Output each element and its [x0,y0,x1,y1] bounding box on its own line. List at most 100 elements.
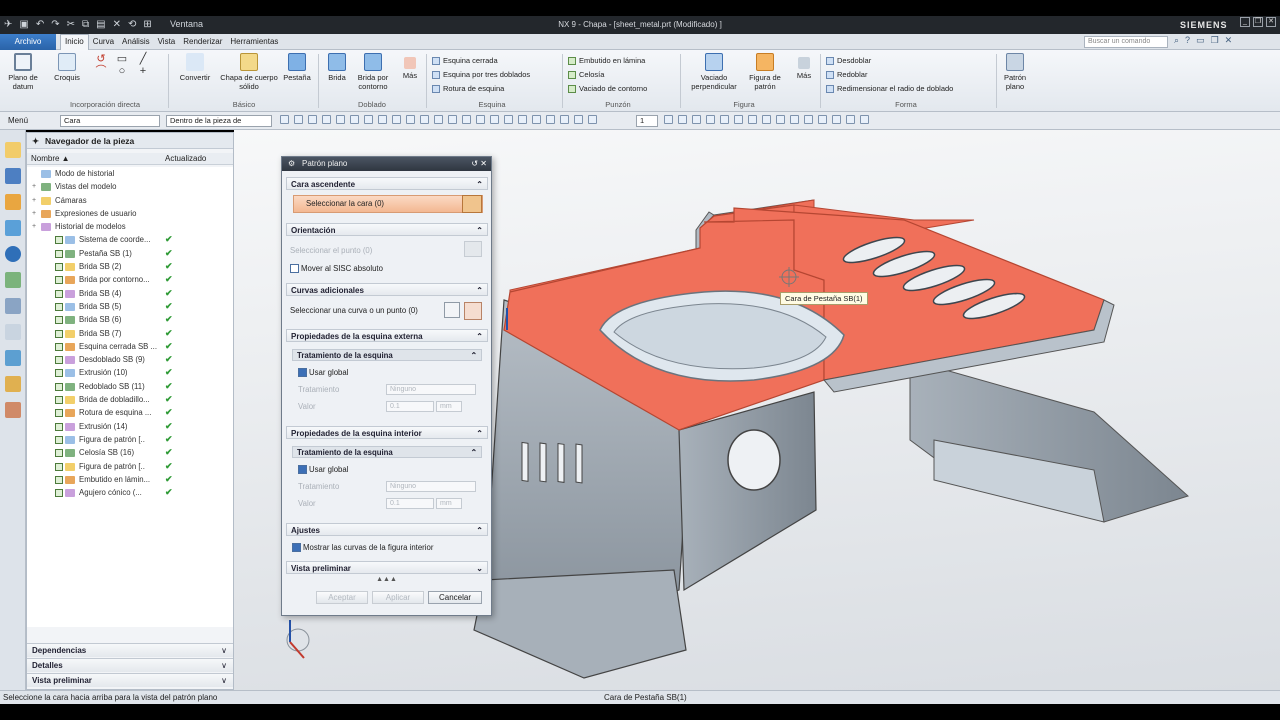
section-vista-preliminar[interactable]: Vista preliminar ⌄ [286,561,488,574]
flange-button[interactable]: Brida [322,53,352,82]
menu-tab-análisis[interactable]: Análisis [118,34,154,50]
sketch-button[interactable]: Croquis [50,53,84,82]
filter-icon-17[interactable] [504,115,513,124]
view-icon-14[interactable] [846,115,855,124]
view-icon-3[interactable] [692,115,701,124]
contour-cutout-command[interactable]: Vaciado de contorno [568,82,678,96]
expand-icon[interactable]: + [32,180,36,193]
use-global-ext-checkbox[interactable]: Usar global [298,367,348,379]
visibility-checkbox[interactable] [55,289,63,298]
select-face-row[interactable]: Seleccionar la cara (0) [293,195,483,213]
tree-item[interactable]: Rotura de esquina ... ✔ [27,406,233,419]
close-icon[interactable]: ✕ [480,159,487,168]
close-button[interactable]: ✕ [1266,17,1276,27]
visibility-checkbox[interactable] [55,422,63,431]
tree-item[interactable]: Extrusión (14) ✔ [27,420,233,433]
menu-tab-vista[interactable]: Vista [154,34,180,50]
system-scenes-icon[interactable] [5,402,21,418]
tree-item[interactable]: Brida SB (5) ✔ [27,300,233,313]
ok-button[interactable]: Aceptar [316,591,368,604]
line-icon[interactable]: ╱ [134,54,152,65]
filter-icon-16[interactable] [490,115,499,124]
datum-plane-button[interactable]: Plano de datum [4,53,42,91]
visibility-checkbox[interactable] [55,435,63,444]
command-search-input[interactable]: Buscar un comando [1084,36,1168,48]
tree-item[interactable]: + Expresiones de usuario [27,207,233,220]
tree-item[interactable]: Extrusión (10) ✔ [27,366,233,379]
filter-icon-8[interactable] [378,115,387,124]
minimize-button[interactable]: _ [1240,17,1250,27]
louver-command[interactable]: Celosía [568,68,678,82]
search-icon[interactable]: ⌕ [1174,35,1179,46]
filter-icon-5[interactable] [336,115,345,124]
sketch-curve-tools[interactable]: ↺ ▭ ╱ ⌒ ○ + [92,53,158,83]
system-materials-icon[interactable] [5,376,21,392]
resize-bend-radius-command[interactable]: Redimensionar el radio de doblado [826,82,990,96]
subsection-tratamiento-int[interactable]: Tratamiento de la esquina ⌃ [292,446,482,458]
view-icon-1[interactable] [664,115,673,124]
accordion-vista-preliminar[interactable]: Vista preliminar ∨ [27,673,233,687]
roles-icon[interactable] [5,350,21,366]
view-icon-6[interactable] [734,115,743,124]
view-icon-8[interactable] [762,115,771,124]
web-browser-icon[interactable] [5,246,21,262]
visibility-checkbox[interactable] [55,396,63,405]
rebend-command[interactable]: Redoblar [826,68,990,82]
section-ajustes[interactable]: Ajustes ⌃ [286,523,488,536]
visibility-checkbox[interactable] [55,249,63,258]
tree-item[interactable]: Celosía SB (16) ✔ [27,446,233,459]
tree-item[interactable]: Brida de dobladillo... ✔ [27,393,233,406]
curve-selector-icon[interactable] [444,302,460,318]
tree-item[interactable]: Figura de patrón [.. ✔ [27,460,233,473]
tree-item[interactable]: Desdoblado SB (9) ✔ [27,353,233,366]
tree-item[interactable]: Figura de patrón [.. ✔ [27,433,233,446]
tree-item[interactable]: Esquina cerrada SB ... ✔ [27,340,233,353]
type-filter-select[interactable]: Cara [60,115,160,127]
menu-tab-inicio[interactable]: Inicio [60,34,89,50]
tree-item[interactable]: Sistema de coorde... ✔ [27,233,233,246]
view-icon-15[interactable] [860,115,869,124]
menu-button[interactable]: Menú [8,116,28,125]
filter-icon-4[interactable] [322,115,331,124]
scope-select[interactable]: Dentro de la pieza de [166,115,272,127]
visibility-checkbox[interactable] [55,276,63,285]
arc-icon[interactable]: ↺ [92,54,110,65]
cancel-button[interactable]: Cancelar [428,591,482,604]
history-icon[interactable] [5,272,21,288]
visibility-checkbox[interactable] [55,409,63,418]
filter-icon-21[interactable] [560,115,569,124]
filter-icon-9[interactable] [392,115,401,124]
more-options-icon[interactable]: ▲▲▲ [282,576,491,583]
round-hole[interactable] [727,429,781,491]
flat-pattern-button[interactable]: Patrón plano [1000,53,1030,91]
visibility-checkbox[interactable] [55,462,63,471]
tree-item[interactable]: Embutido en lámin... ✔ [27,473,233,486]
fillet-icon[interactable]: ⌒ [92,66,110,77]
visibility-checkbox[interactable] [55,236,63,245]
tree-item[interactable]: Pestaña SB (1) ✔ [27,247,233,260]
show-interior-curves-checkbox[interactable]: Mostrar las curvas de la figura interior [292,542,433,554]
select-face-button[interactable] [462,195,482,213]
sheet-from-solid-button[interactable]: Chapa de cuerpo sólido [220,53,278,91]
filter-icon-7[interactable] [364,115,373,124]
tree-item[interactable]: Redoblado SB (11) ✔ [27,380,233,393]
view-icon-9[interactable] [776,115,785,124]
circle-icon[interactable]: ○ [113,66,131,77]
visibility-checkbox[interactable] [55,369,63,378]
expand-icon[interactable]: + [32,207,36,220]
subsection-tratamiento-ext[interactable]: Tratamiento de la esquina ⌃ [292,349,482,361]
filter-icon-15[interactable] [476,115,485,124]
pin-icon[interactable]: ✦ [32,133,39,149]
filter-icon-6[interactable] [350,115,359,124]
break-corner-command[interactable]: Rotura de esquina [432,82,562,96]
filter-icon-3[interactable] [308,115,317,124]
accordion-dependencias[interactable]: Dependencias ∨ [27,643,233,657]
restore-doc-icon[interactable]: ❐ [1211,35,1219,46]
visibility-checkbox[interactable] [55,449,63,458]
select-curve-button[interactable] [464,302,482,320]
reset-icon[interactable]: ↺ [471,159,478,168]
tree-item[interactable]: + Historial de modelos [27,220,233,233]
visibility-checkbox[interactable] [55,342,63,351]
view-icon-2[interactable] [678,115,687,124]
contour-flange-button[interactable]: Brida por contorno [352,53,394,91]
